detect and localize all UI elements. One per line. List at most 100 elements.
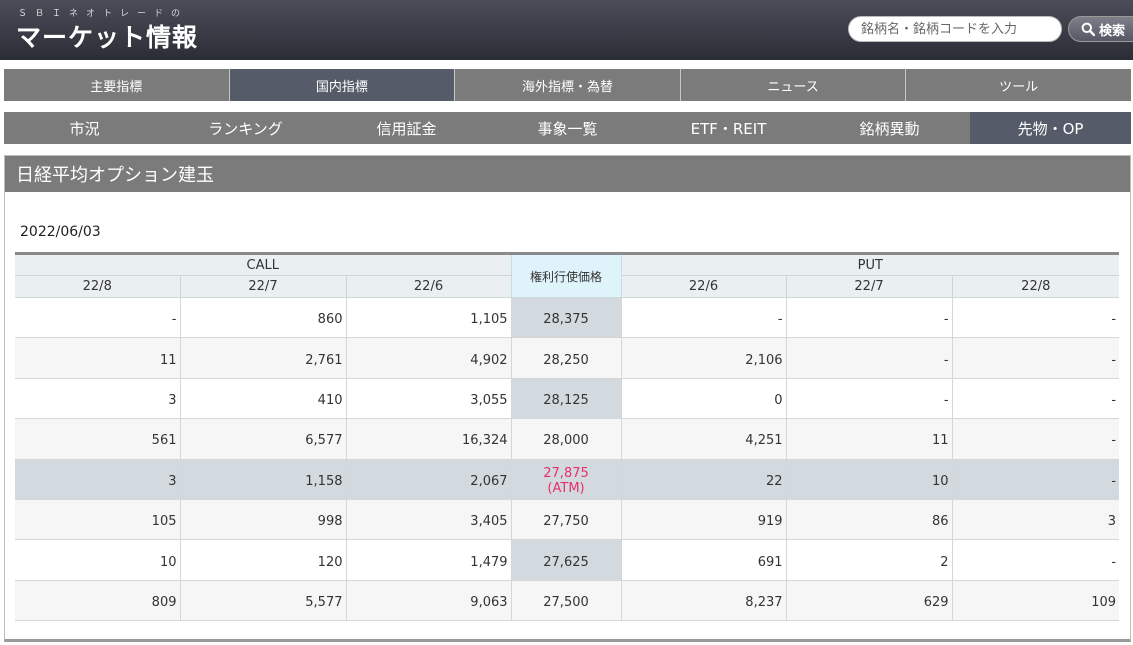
strike-price-cell: 27,625	[510, 539, 622, 581]
put-oi-cell: 919	[620, 499, 787, 541]
call-oi-cell: 2,761	[179, 337, 346, 379]
table-row: 3 410 3,055 28,125 0- -	[15, 378, 1120, 420]
put-oi-cell: 4,251	[620, 418, 787, 460]
main-nav: 主要指標 国内指標 海外指標・為替 ニュース ツール	[4, 69, 1131, 101]
sub-nav: 市況 ランキング 信用証金 事象一覧 ETF・REIT 銘柄異動 先物・OP	[4, 112, 1131, 144]
main-tab-news[interactable]: ニュース	[680, 69, 907, 101]
options-panel: 日経平均オプション建玉 2022/06/03 CALL 権利行使価格 PUT 2…	[4, 155, 1131, 642]
put-month-header: 22/6	[620, 275, 787, 298]
strike-price-value: 28,000	[543, 433, 589, 449]
put-oi-cell: 629	[785, 580, 953, 622]
put-oi-cell: -	[951, 459, 1120, 500]
strike-price-cell: 27,875 (ATM)	[510, 459, 622, 500]
put-oi-cell: 11	[785, 418, 953, 460]
put-oi-cell: -	[951, 297, 1120, 339]
put-oi-cell: 86	[785, 499, 953, 541]
call-oi-cell: 2,067	[345, 459, 512, 500]
search-input[interactable]	[848, 16, 1062, 42]
call-header: CALL	[15, 253, 512, 276]
call-oi-cell: 4,902	[345, 337, 512, 379]
table-row: 3 1,158 2,067 27,875 (ATM) 22 10-	[15, 459, 1120, 500]
strike-price-value: 27,500	[543, 594, 589, 610]
call-oi-cell: 11	[15, 337, 180, 379]
table-row: 809 5,577 9,063 27,500 8,237 629 109	[15, 580, 1120, 622]
call-oi-cell: 860	[179, 297, 346, 339]
table-row: 105 998 3,405 27,750 919 86 3	[15, 499, 1120, 541]
put-oi-cell: 109	[951, 580, 1120, 622]
sub-tab-stock-movers[interactable]: 銘柄異動	[809, 112, 970, 144]
call-oi-cell: 105	[15, 499, 180, 541]
put-month-header: 22/7	[785, 275, 953, 298]
call-oi-cell: 9,063	[345, 580, 512, 622]
atm-label: (ATM)	[547, 481, 585, 497]
data-date: 2022/06/03	[20, 224, 101, 240]
put-oi-cell: -	[951, 539, 1120, 581]
search-button-label: 検索	[1099, 23, 1126, 39]
call-oi-cell: 120	[179, 539, 346, 581]
sub-tab-futures-op[interactable]: 先物・OP	[970, 112, 1131, 144]
panel-title: 日経平均オプション建玉	[5, 156, 1130, 192]
strike-price-cell: 28,375	[510, 297, 622, 339]
sub-tab-etf-reit[interactable]: ETF・REIT	[648, 112, 809, 144]
put-oi-cell: -	[785, 337, 953, 379]
call-oi-cell: 16,324	[345, 418, 512, 460]
call-oi-cell: 3,055	[345, 378, 512, 420]
table-row: 10 120 1,479 27,625 691 2-	[15, 539, 1120, 581]
strike-price-cell: 28,000	[510, 418, 622, 460]
call-oi-cell: 410	[179, 378, 346, 420]
call-month-header: 22/7	[179, 275, 346, 298]
table-row: -860 1,105 28,375- - -	[15, 297, 1120, 339]
call-oi-cell: 3,405	[345, 499, 512, 541]
call-oi-cell: 1,158	[179, 459, 346, 500]
call-oi-cell: -	[15, 297, 180, 339]
put-oi-cell: -	[951, 418, 1120, 460]
call-oi-cell: 3	[15, 459, 180, 500]
call-oi-cell: 1,479	[345, 539, 512, 581]
call-oi-cell: 809	[15, 580, 180, 622]
table-row: 11 2,761 4,902 28,250 2,106- -	[15, 337, 1120, 379]
put-oi-cell: 2,106	[620, 337, 787, 379]
strike-price-value: 27,875	[543, 466, 589, 482]
put-oi-cell: 3	[951, 499, 1120, 541]
main-tab-domestic-indices[interactable]: 国内指標	[229, 69, 456, 101]
strike-price-cell: 28,125	[510, 378, 622, 420]
sub-tab-ranking[interactable]: ランキング	[165, 112, 326, 144]
main-tab-overseas-fx[interactable]: 海外指標・為替	[455, 69, 681, 101]
search-icon	[1081, 22, 1095, 36]
put-oi-cell: -	[785, 297, 953, 339]
put-oi-cell: 691	[620, 539, 787, 581]
put-oi-cell: 8,237	[620, 580, 787, 622]
strike-price-cell: 28,250	[510, 337, 622, 379]
put-header: PUT	[620, 253, 1120, 276]
site-header: ＳＢＩネオトレードの マーケット情報 検索	[0, 0, 1133, 60]
strike-price-cell: 27,750	[510, 499, 622, 541]
strike-price-value: 28,375	[543, 312, 589, 328]
call-month-header: 22/8	[15, 275, 180, 298]
sub-tab-events[interactable]: 事象一覧	[487, 112, 648, 144]
call-oi-cell: 6,577	[179, 418, 346, 460]
call-month-header: 22/6	[345, 275, 512, 298]
strike-price-value: 27,750	[543, 514, 589, 530]
call-oi-cell: 998	[179, 499, 346, 541]
put-oi-cell: -	[620, 297, 787, 339]
table-row: 561 6,577 16,324 28,000 4,251 11-	[15, 418, 1120, 460]
put-oi-cell: 2	[785, 539, 953, 581]
sub-tab-margin[interactable]: 信用証金	[326, 112, 487, 144]
main-tab-tools[interactable]: ツール	[906, 69, 1131, 101]
call-oi-cell: 5,577	[179, 580, 346, 622]
strike-price-header: 権利行使価格	[510, 253, 622, 298]
strike-price-cell: 27,500	[510, 580, 622, 622]
brand-logo[interactable]: マーケット情報	[16, 18, 198, 54]
main-tab-major-indices[interactable]: 主要指標	[4, 69, 230, 101]
put-month-header: 22/8	[951, 275, 1120, 298]
options-table-body: -860 1,105 28,375- - -11 2,761 4,902 28,250 2,10…	[15, 297, 1120, 622]
put-oi-cell: -	[951, 337, 1120, 379]
strike-price-value: 28,125	[543, 392, 589, 408]
strike-price-value: 28,250	[543, 352, 589, 368]
call-oi-cell: 561	[15, 418, 180, 460]
call-oi-cell: 1,105	[345, 297, 512, 339]
put-oi-cell: -	[785, 378, 953, 420]
sub-tab-market[interactable]: 市況	[4, 112, 165, 144]
search-button[interactable]: 検索	[1068, 16, 1133, 42]
put-oi-cell: 22	[620, 459, 787, 500]
